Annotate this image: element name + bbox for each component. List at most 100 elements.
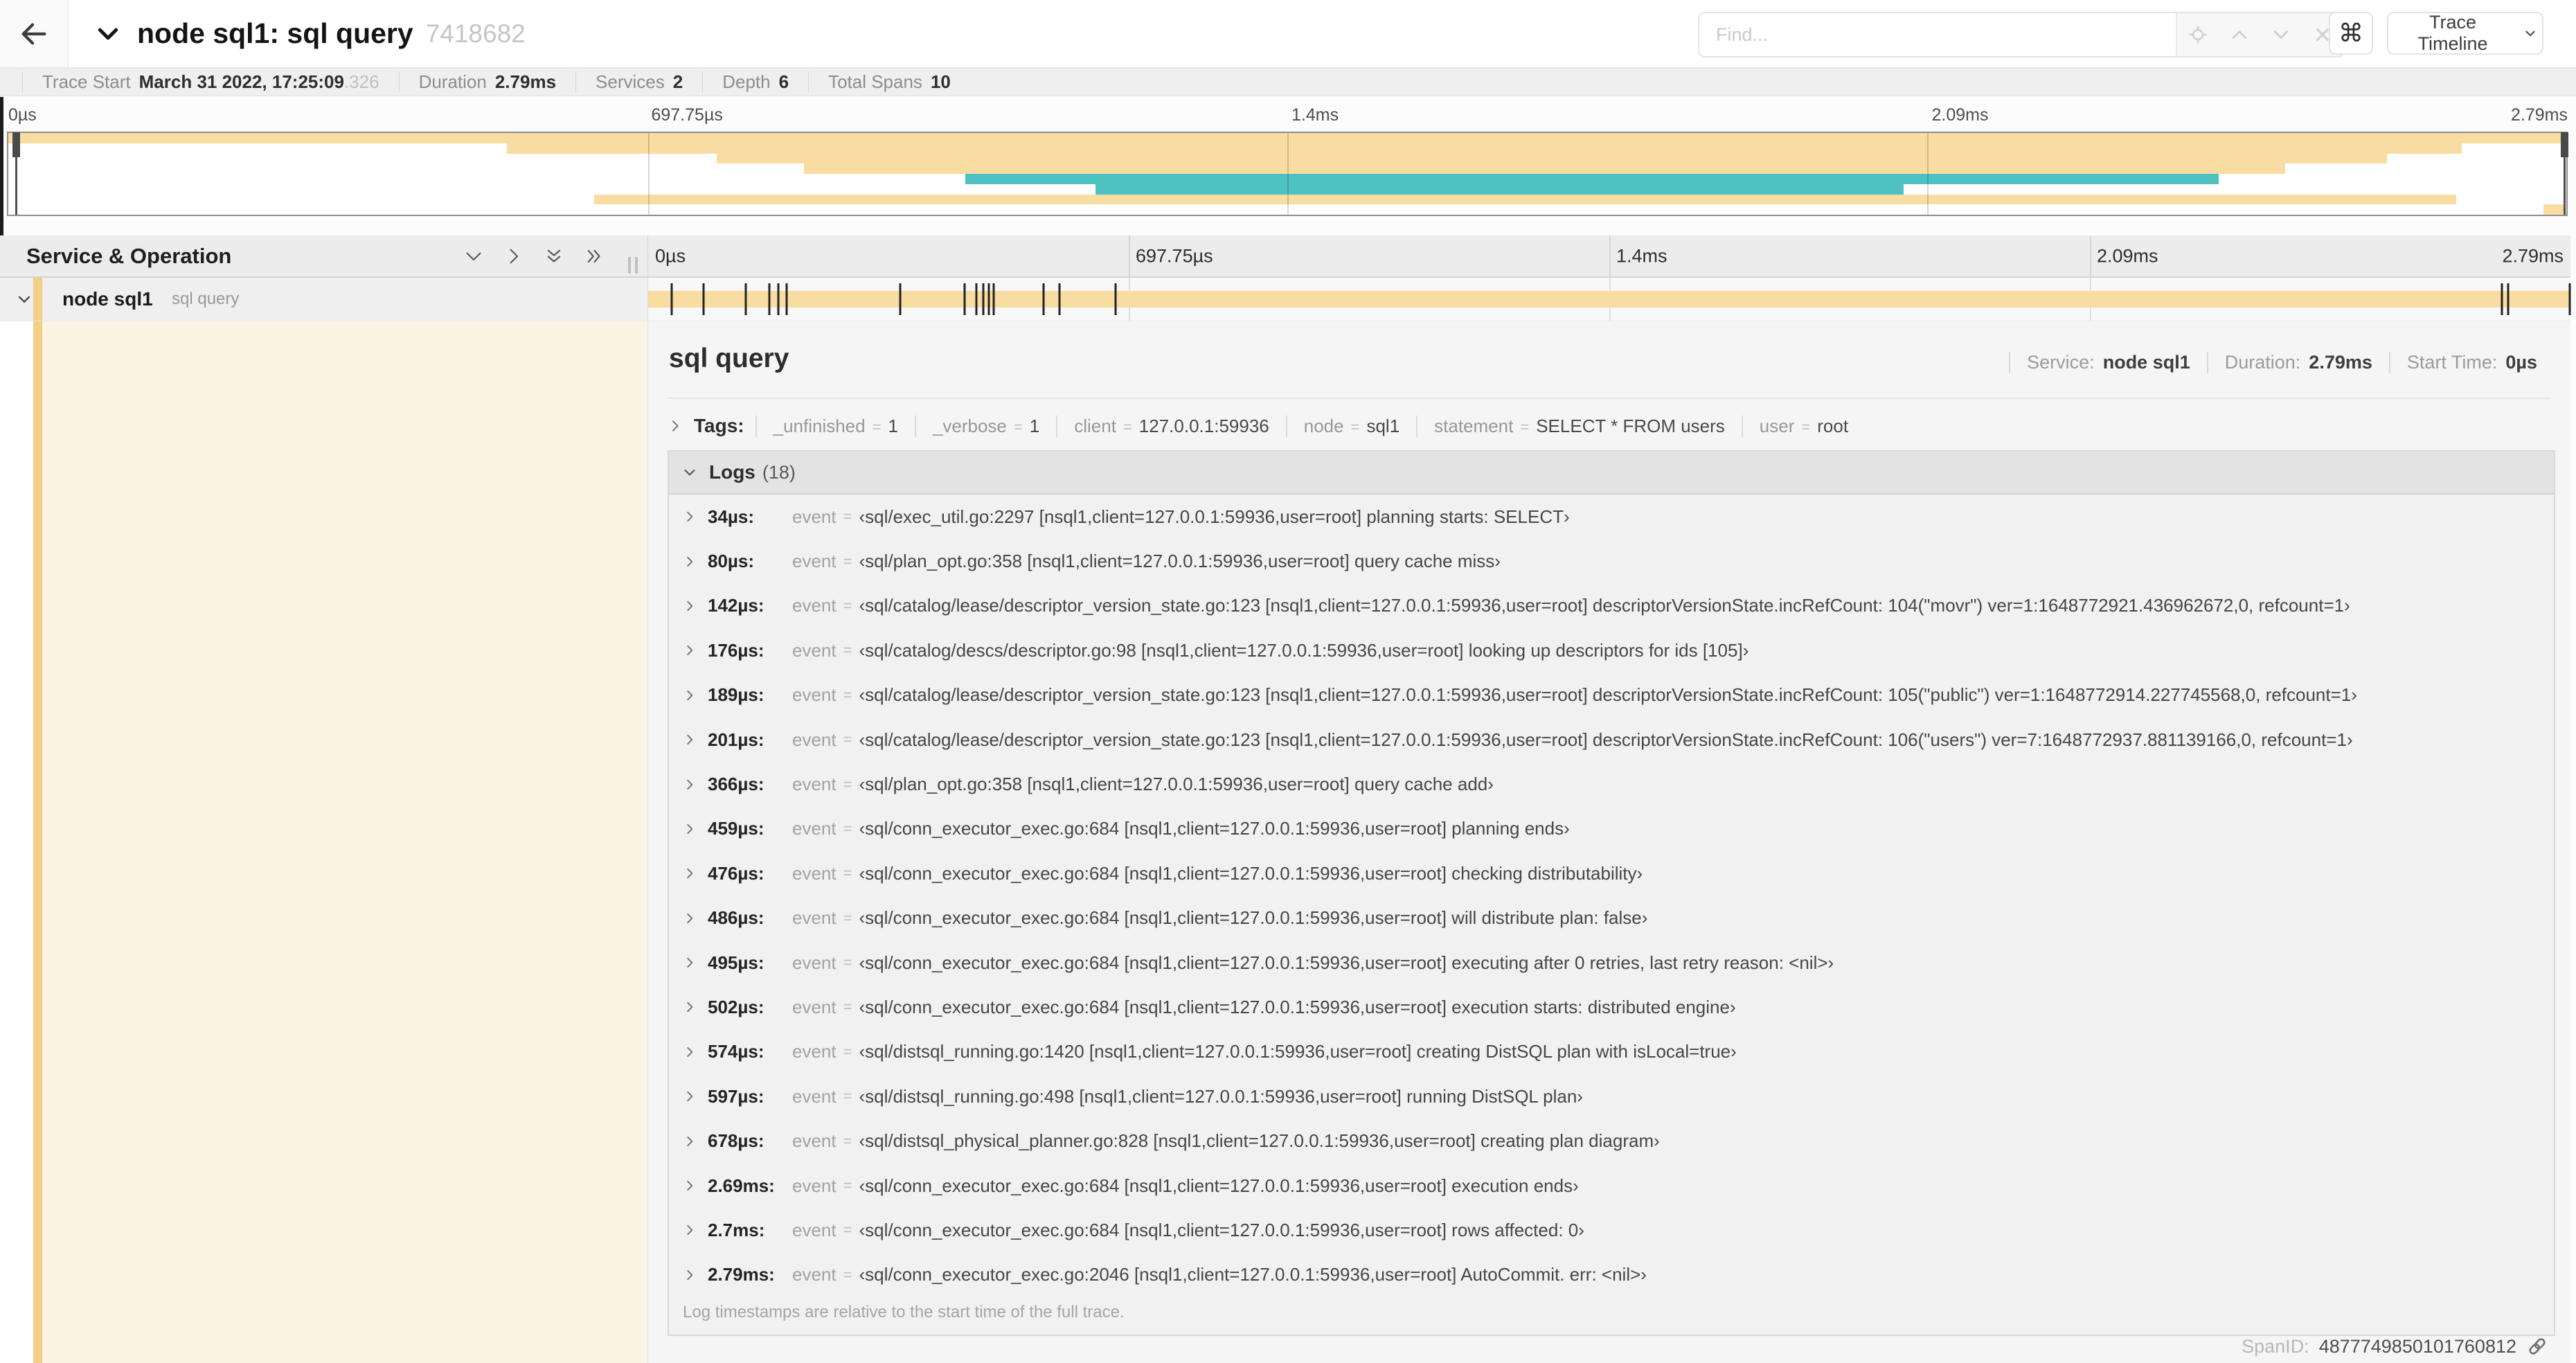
log-field-value: ‹sql/conn_executor_exec.go:684 [nsql1,cl… [859, 1219, 1584, 1240]
ruler-gridline [2090, 235, 2091, 276]
detail-meta-item: Service: node sql1 [2009, 352, 2207, 373]
span-log-ticks [648, 278, 2571, 321]
collapse-one-button[interactable] [463, 246, 484, 267]
log-row[interactable]: 201µs: event = ‹sql/catalog/lease/descri… [669, 718, 2554, 762]
log-field-value: ‹sql/catalog/lease/descriptor_version_st… [859, 595, 2350, 616]
minimap-gridline [647, 133, 650, 215]
log-row[interactable]: 366µs: event = ‹sql/plan_opt.go:358 [nsq… [669, 762, 2554, 806]
chevron-right-icon[interactable] [683, 1268, 697, 1282]
log-row[interactable]: 476µs: event = ‹sql/conn_executor_exec.g… [669, 851, 2554, 896]
log-row[interactable]: 80µs: event = ‹sql/plan_opt.go:358 [nsql… [669, 539, 2554, 583]
collapse-all-button[interactable] [544, 246, 564, 267]
span-detail-panel: sql query Service: node sql1 Duration: 2… [647, 321, 2570, 1363]
detail-meta-label: Service: [2027, 352, 2095, 373]
log-field-key: event [792, 996, 837, 1017]
log-timestamp: 459µs: [708, 818, 764, 839]
log-row[interactable]: 176µs: event = ‹sql/catalog/descs/descri… [669, 628, 2554, 672]
log-row[interactable]: 2.7ms: event = ‹sql/conn_executor_exec.g… [669, 1208, 2554, 1252]
trace-minimap[interactable] [7, 132, 2568, 216]
log-field-key: event [792, 818, 837, 839]
collapse-trace-chevron-down-icon[interactable] [94, 20, 122, 48]
keyboard-shortcuts-button[interactable]: ⌘ [2329, 12, 2373, 55]
chevron-right-icon[interactable] [668, 418, 683, 434]
back-button[interactable] [0, 0, 69, 67]
link-icon[interactable] [2526, 1335, 2548, 1357]
tag-key: statement [1434, 415, 1514, 436]
span-row-timeline-cell[interactable] [647, 278, 2571, 321]
scrubber-grip[interactable] [12, 132, 20, 157]
chevron-right-icon[interactable] [683, 688, 697, 702]
minimap-right-scrubber[interactable] [2561, 132, 2568, 215]
span-id-row: SpanID: 4877749850101760812 [2242, 1335, 2548, 1357]
tags-row[interactable]: Tags: _unfinished = 1 _verbose = 1 clien… [668, 409, 2551, 443]
log-row[interactable]: 486µs: event = ‹sql/conn_executor_exec.g… [669, 896, 2554, 941]
log-equals: = [843, 731, 852, 749]
tags-list: _unfinished = 1 _verbose = 1 client = 12… [755, 415, 1865, 437]
chevron-down-icon [463, 246, 484, 267]
trace-meta-item: Depth 6 [702, 71, 808, 93]
chevron-right-icon[interactable] [683, 956, 697, 970]
log-row[interactable]: 502µs: event = ‹sql/conn_executor_exec.g… [669, 985, 2554, 1029]
scrubber-grip[interactable] [2561, 132, 2568, 157]
tag-item: client = 127.0.0.1:59936 [1056, 415, 1286, 437]
log-row[interactable]: 597µs: event = ‹sql/distsql_running.go:4… [669, 1074, 2554, 1119]
log-event-tick [1058, 283, 1061, 315]
log-field-key: event [792, 1264, 837, 1285]
chevron-right-icon[interactable] [683, 1223, 697, 1237]
log-row[interactable]: 189µs: event = ‹sql/catalog/lease/descri… [669, 673, 2554, 718]
chevron-down-icon[interactable] [15, 290, 33, 308]
chevron-right-icon[interactable] [683, 1134, 697, 1148]
log-row[interactable]: 34µs: event = ‹sql/exec_util.go:2297 [ns… [669, 495, 2554, 539]
chevron-right-icon[interactable] [683, 555, 697, 569]
chevron-right-icon[interactable] [683, 1000, 697, 1014]
log-equals: = [843, 552, 852, 570]
chevron-right-icon[interactable] [683, 510, 697, 524]
log-row[interactable]: 142µs: event = ‹sql/catalog/lease/descri… [669, 584, 2554, 628]
find-input[interactable] [1699, 13, 2176, 56]
expand-all-button[interactable] [584, 246, 605, 267]
find-buttons [2176, 13, 2343, 56]
log-row[interactable]: 459µs: event = ‹sql/conn_executor_exec.g… [669, 807, 2554, 851]
logs-header[interactable]: Logs (18) [669, 452, 2554, 495]
log-field-value: ‹sql/conn_executor_exec.go:2046 [nsql1,c… [859, 1264, 1647, 1285]
log-timestamp: 2.69ms: [708, 1175, 775, 1196]
double-chevron-down-icon [544, 246, 564, 267]
chevron-up-icon [2229, 24, 2250, 45]
span-row: node sql1 sql query [0, 278, 2571, 321]
chevron-right-icon[interactable] [683, 911, 697, 925]
chevron-right-icon[interactable] [683, 822, 697, 836]
tag-item: statement = SELECT * FROM users [1416, 415, 1742, 437]
expand-one-button[interactable] [503, 246, 524, 267]
chevron-right-icon[interactable] [683, 1045, 697, 1059]
meta-label: Depth [722, 71, 771, 92]
chevron-down-icon[interactable] [681, 464, 698, 481]
chevron-right-icon[interactable] [683, 866, 697, 880]
view-select-button[interactable]: Trace Timeline [2387, 12, 2543, 55]
span-row-name-cell[interactable]: node sql1 sql query [0, 278, 647, 321]
log-row[interactable]: 678µs: event = ‹sql/distsql_physical_pla… [669, 1119, 2554, 1163]
find-next-button[interactable] [2260, 13, 2302, 56]
top-bar: node sql1: sql query 7418682 Find... ⌘ T… [0, 0, 2576, 69]
chevron-right-icon[interactable] [683, 778, 697, 792]
log-field-value: ‹sql/plan_opt.go:358 [nsql1,client=127.0… [859, 774, 1494, 795]
chevron-right-icon[interactable] [683, 1089, 697, 1103]
log-row[interactable]: 2.79ms: event = ‹sql/conn_executor_exec.… [669, 1253, 2554, 1297]
log-row[interactable]: 2.69ms: event = ‹sql/conn_executor_exec.… [669, 1164, 2554, 1208]
chevron-right-icon[interactable] [683, 733, 697, 747]
log-row[interactable]: 574µs: event = ‹sql/distsql_running.go:1… [669, 1030, 2554, 1074]
log-row[interactable]: 495µs: event = ‹sql/conn_executor_exec.g… [669, 941, 2554, 985]
locate-button[interactable] [2177, 13, 2219, 56]
chevron-right-icon[interactable] [683, 643, 697, 657]
chevron-right-icon[interactable] [683, 599, 697, 613]
log-equals: = [843, 1265, 852, 1283]
minimap-span-bar [593, 194, 2457, 205]
minimap-tick-labels: 0µs 697.75µs 1.4ms 2.09ms 2.79ms [7, 105, 2568, 130]
find-prev-button[interactable] [2219, 13, 2260, 56]
log-equals: = [843, 1177, 852, 1195]
view-select-label: Trace Timeline [2417, 12, 2488, 54]
chevron-right-icon[interactable] [683, 1179, 697, 1193]
column-resize-grip[interactable] [628, 257, 638, 274]
minimap-left-scrubber[interactable] [12, 132, 20, 215]
log-event-tick [992, 283, 995, 315]
service-color-accent [33, 321, 42, 1363]
